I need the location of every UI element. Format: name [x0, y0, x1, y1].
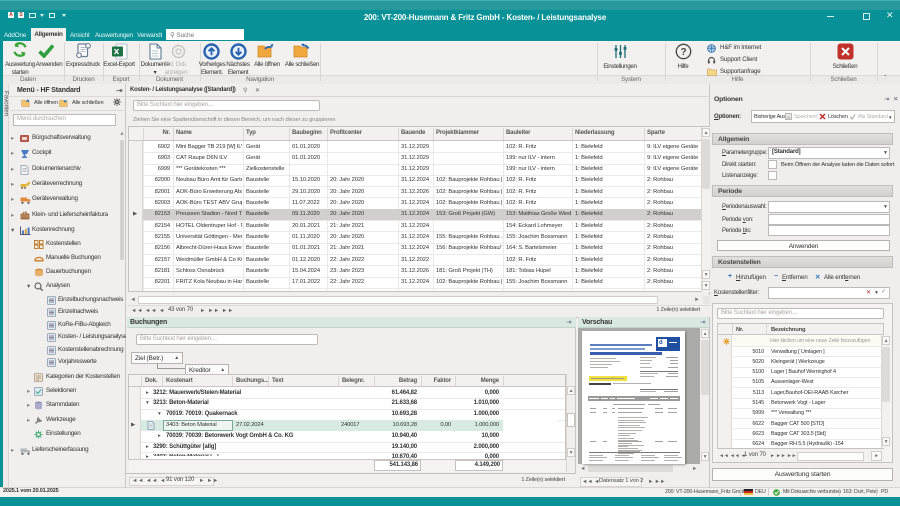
svg-text:?: ?	[681, 47, 687, 58]
